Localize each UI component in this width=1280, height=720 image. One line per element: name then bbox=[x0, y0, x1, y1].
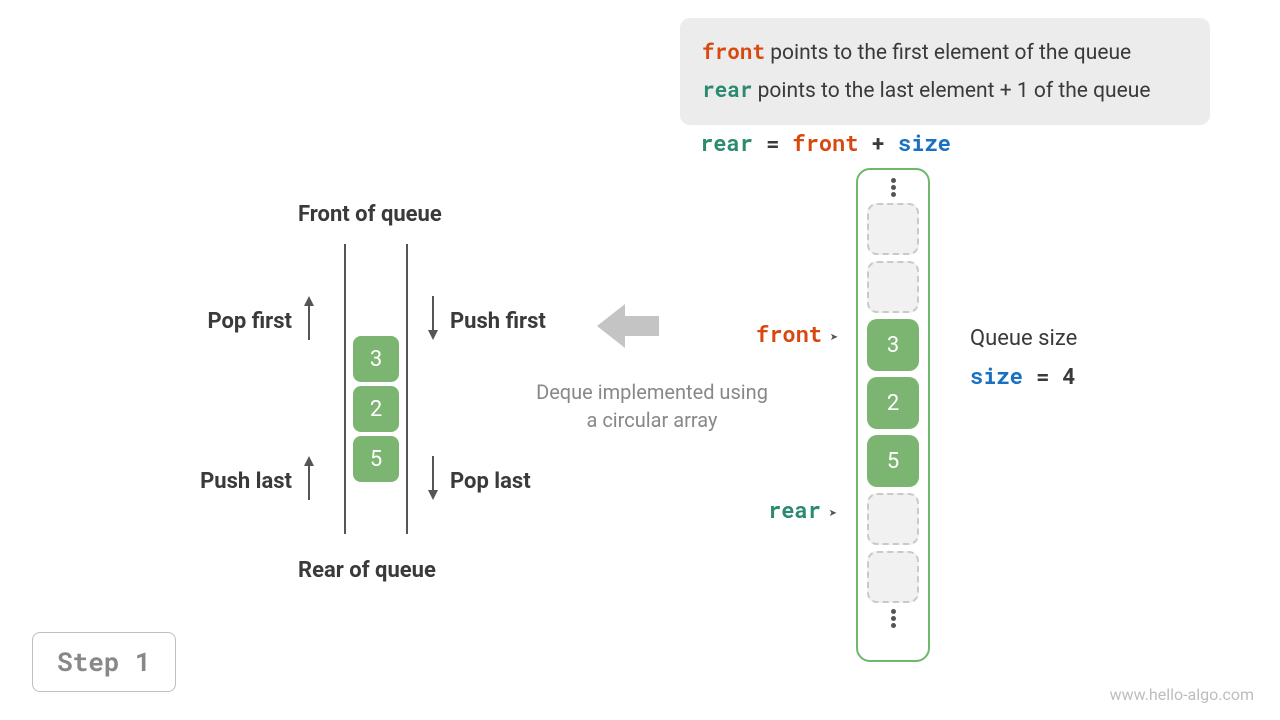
arrow-down-icon bbox=[426, 454, 440, 508]
formula-rear: rear bbox=[700, 128, 753, 157]
queue-size-expr: size = 4 bbox=[970, 361, 1077, 390]
array-slot-fill: 3 bbox=[867, 319, 919, 371]
deque-cell: 3 bbox=[353, 336, 399, 382]
arrow-up-icon bbox=[302, 294, 316, 348]
push-first-label: Push first bbox=[426, 294, 606, 348]
info-line-front: front points to the first element of the… bbox=[702, 34, 1188, 72]
pointer-icon: ➤ bbox=[830, 327, 838, 346]
front-keyword: front bbox=[702, 37, 765, 65]
push-last-label: Push last bbox=[156, 454, 316, 508]
watermark: www.hello-algo.com bbox=[1110, 685, 1254, 704]
rear-pointer-label: rear➤ bbox=[768, 495, 837, 524]
info-line-rear: rear points to the last element + 1 of t… bbox=[702, 72, 1188, 110]
formula-size: size bbox=[898, 128, 951, 157]
pop-last-label: Pop last bbox=[426, 454, 606, 508]
array-slot-fill: 2 bbox=[867, 377, 919, 429]
array-slot-empty bbox=[867, 203, 919, 255]
step-badge: Step 1 bbox=[32, 632, 176, 692]
array-slot-empty bbox=[867, 261, 919, 313]
formula: rear = front + size bbox=[700, 128, 951, 157]
caption-line: a circular array bbox=[522, 406, 782, 434]
queue-size-area: Queue size size = 4 bbox=[970, 326, 1077, 390]
big-left-arrow-icon bbox=[597, 300, 661, 352]
circular-array: 3 2 5 bbox=[856, 168, 930, 662]
array-slot-fill: 5 bbox=[867, 435, 919, 487]
array-slot-empty bbox=[867, 551, 919, 603]
rear-desc: points to the last element + 1 of the qu… bbox=[758, 79, 1151, 103]
caption: Deque implemented using a circular array bbox=[522, 378, 782, 434]
caption-line: Deque implemented using bbox=[522, 378, 782, 406]
formula-front: front bbox=[792, 128, 858, 157]
pop-first-label: Pop first bbox=[156, 294, 316, 348]
info-box: front points to the first element of the… bbox=[680, 18, 1210, 125]
vdots-icon bbox=[891, 178, 896, 197]
deque-cell: 5 bbox=[353, 436, 399, 482]
arrow-down-icon bbox=[426, 294, 440, 348]
rear-of-queue-label: Rear of queue bbox=[298, 558, 436, 583]
pointer-icon: ➤ bbox=[829, 503, 837, 522]
front-desc: points to the first element of the queue bbox=[770, 41, 1131, 65]
formula-plus: + bbox=[858, 128, 898, 157]
vdots-icon bbox=[891, 609, 896, 628]
arrow-up-icon bbox=[302, 454, 316, 508]
size-keyword: size bbox=[970, 361, 1023, 390]
queue-pipe: 3 2 5 bbox=[344, 244, 408, 534]
array-slot-empty bbox=[867, 493, 919, 545]
queue-size-title: Queue size bbox=[970, 326, 1077, 351]
deque-cell: 2 bbox=[353, 386, 399, 432]
rear-keyword: rear bbox=[702, 75, 752, 103]
front-of-queue-label: Front of queue bbox=[298, 202, 442, 227]
formula-eq: = bbox=[753, 128, 793, 157]
front-pointer-label: front➤ bbox=[756, 319, 838, 348]
